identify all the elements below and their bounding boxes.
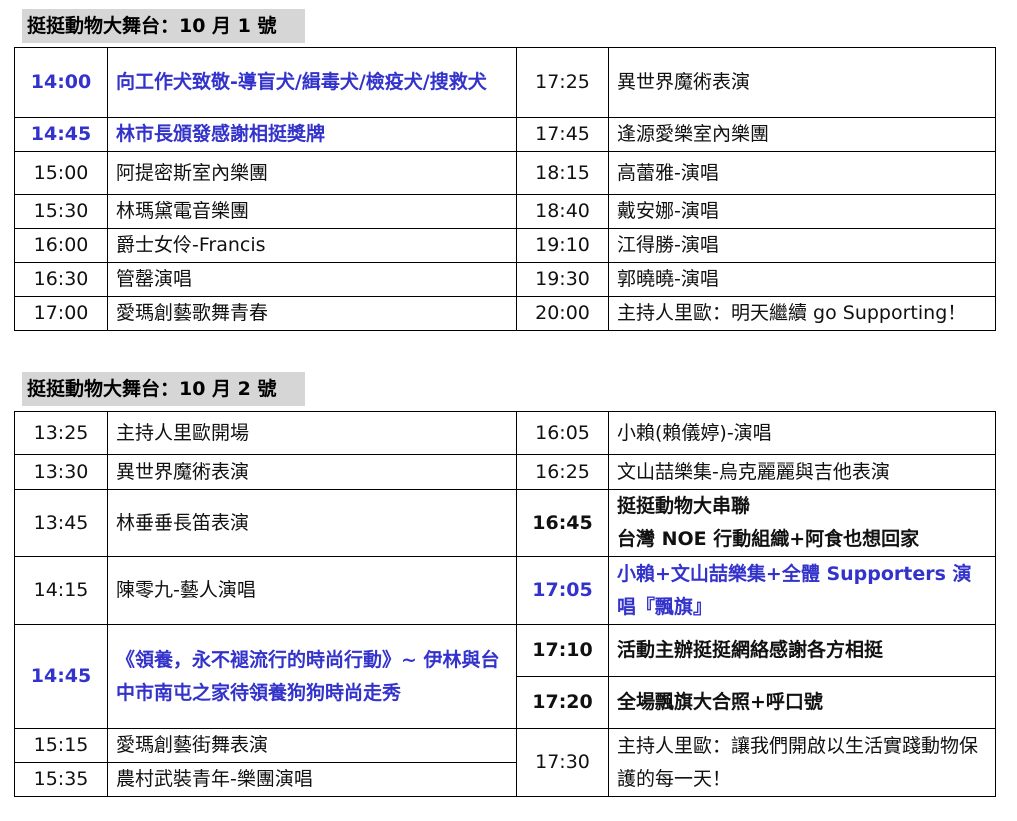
event-cell: 林垂垂長笛表演 (107, 489, 517, 557)
time-cell: 18:15 (516, 151, 609, 195)
event-cell: 挺挺動物大串聯台灣 NOE 行動組織+阿食也想回家 (608, 489, 996, 557)
event-cell: 全場飄旗大合照+呼口號 (608, 676, 996, 729)
event-cell: 戴安娜-演唱 (608, 194, 996, 229)
day1-heading: 挺挺動物大舞台：10 月 1 號 (22, 9, 305, 43)
event-cell: 主持人里歐：明天繼續 go Supporting！ (608, 296, 996, 331)
time-cell: 19:10 (516, 228, 609, 263)
event-cell: 愛瑪創藝歌舞青春 (107, 296, 517, 331)
day2-schedule-table: 13:25 主持人里歐開場 16:05 小賴(賴儀婷)-演唱 13:30 異世界… (14, 411, 996, 797)
day2-heading: 挺挺動物大舞台：10 月 2 號 (22, 372, 305, 406)
event-cell: 文山喆樂集-烏克麗麗與吉他表演 (608, 454, 996, 490)
time-cell: 13:25 (14, 411, 108, 455)
time-cell: 14:15 (14, 556, 108, 625)
event-cell: 管罄演唱 (107, 262, 517, 297)
time-cell: 17:25 (516, 47, 609, 118)
time-cell: 13:30 (14, 454, 108, 490)
table-row: 15:15 愛瑪創藝街舞表演 17:30 主持人里歐：讓我們開啟以生活實踐動物保… (14, 728, 996, 797)
event-cell: 郭曉曉-演唱 (608, 262, 996, 297)
time-cell: 17:05 (516, 556, 609, 625)
event-line: 台灣 NOE 行動組織+阿食也想回家 (617, 528, 920, 550)
event-cell: 小賴+文山喆樂集+全體 Supporters 演唱『飄旗』 (608, 556, 996, 625)
table-row: 15:00 阿提密斯室內樂團 18:15 高蕾雅-演唱 (14, 151, 996, 195)
time-cell: 19:30 (516, 262, 609, 297)
table-row: 16:30 管罄演唱 19:30 郭曉曉-演唱 (14, 262, 996, 297)
event-cell: 小賴(賴儀婷)-演唱 (608, 411, 996, 455)
event-cell: 爵士女伶-Francis (107, 228, 517, 263)
event-cell: 愛瑪創藝街舞表演 (107, 728, 517, 763)
time-cell: 15:35 (14, 762, 108, 797)
time-cell: 15:00 (14, 151, 108, 195)
event-cell: 高蕾雅-演唱 (608, 151, 996, 195)
table-row: 15:30 林瑪黛電音樂團 18:40 戴安娜-演唱 (14, 194, 996, 229)
event-cell: 逢源愛樂室內樂團 (608, 117, 996, 152)
time-cell: 16:30 (14, 262, 108, 297)
table-row: 14:15 陳零九-藝人演唱 17:05 小賴+文山喆樂集+全體 Support… (14, 556, 996, 625)
event-cell: 林瑪黛電音樂團 (107, 194, 517, 229)
table-row: 16:00 爵士女伶-Francis 19:10 江得勝-演唱 (14, 228, 996, 263)
time-cell: 15:30 (14, 194, 108, 229)
day1-schedule-table: 14:00 向工作犬致敬-導盲犬/緝毒犬/檢疫犬/搜救犬 17:25 異世界魔術… (14, 47, 996, 331)
event-cell: 林市長頒發感謝相挺獎牌 (107, 117, 517, 152)
time-cell: 18:40 (516, 194, 609, 229)
time-cell: 17:20 (516, 676, 609, 729)
event-cell: 阿提密斯室內樂團 (107, 151, 517, 195)
event-cell: 主持人里歐開場 (107, 411, 517, 455)
time-cell: 13:45 (14, 489, 108, 557)
event-cell: 陳零九-藝人演唱 (107, 556, 517, 625)
table-row: 14:00 向工作犬致敬-導盲犬/緝毒犬/檢疫犬/搜救犬 17:25 異世界魔術… (14, 47, 996, 118)
table-row: 14:45 林市長頒發感謝相挺獎牌 17:45 逢源愛樂室內樂團 (14, 117, 996, 152)
event-cell: 向工作犬致敬-導盲犬/緝毒犬/檢疫犬/搜救犬 (107, 47, 517, 118)
time-cell: 20:00 (516, 296, 609, 331)
event-cell: 江得勝-演唱 (608, 228, 996, 263)
time-cell: 17:45 (516, 117, 609, 152)
table-row: 14:45 《領養，永不褪流行的時尚行動》~ 伊林與台中市南屯之家待領養狗狗時尚… (14, 624, 996, 729)
time-cell: 16:25 (516, 454, 609, 490)
event-cell: 異世界魔術表演 (608, 47, 996, 118)
time-cell: 17:00 (14, 296, 108, 331)
event-cell: 異世界魔術表演 (107, 454, 517, 490)
event-cell: 農村武裝青年-樂團演唱 (107, 762, 517, 797)
event-cell: 《領養，永不褪流行的時尚行動》~ 伊林與台中市南屯之家待領養狗狗時尚走秀 (107, 624, 517, 729)
time-cell: 16:45 (516, 489, 609, 557)
time-cell: 16:05 (516, 411, 609, 455)
event-cell: 主持人里歐：讓我們開啟以生活實踐動物保護的每一天！ (608, 728, 996, 797)
time-cell: 16:00 (14, 228, 108, 263)
time-cell: 17:30 (516, 728, 609, 797)
table-row: 13:30 異世界魔術表演 16:25 文山喆樂集-烏克麗麗與吉他表演 (14, 454, 996, 490)
time-cell: 14:45 (14, 117, 108, 152)
event-line: 挺挺動物大串聯 (617, 495, 751, 517)
table-row: 17:00 愛瑪創藝歌舞青春 20:00 主持人里歐：明天繼續 go Suppo… (14, 296, 996, 331)
time-cell: 14:45 (14, 624, 108, 729)
event-cell: 活動主辦挺挺網絡感謝各方相挺 (608, 624, 996, 677)
time-cell: 14:00 (14, 47, 108, 118)
table-row: 13:45 林垂垂長笛表演 16:45 挺挺動物大串聯台灣 NOE 行動組織+阿… (14, 489, 996, 557)
time-cell: 17:10 (516, 624, 609, 677)
table-row: 13:25 主持人里歐開場 16:05 小賴(賴儀婷)-演唱 (14, 411, 996, 455)
time-cell: 15:15 (14, 728, 108, 763)
